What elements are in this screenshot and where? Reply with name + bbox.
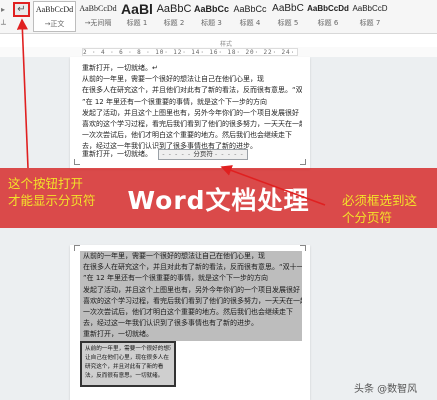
selected-text-line: 发起了活动，并且这个上图里也有，另外今年你们的一个项目发展很好 xyxy=(83,285,300,294)
show-formatting-marks-button[interactable]: ↵ xyxy=(13,2,30,17)
selected-text-line: 去，经过这一年我们认识到了很多事情也有了新的进步。 xyxy=(83,319,258,328)
text-box-line: 研究这个，并且对此有了新的看 xyxy=(85,364,164,370)
left-annotation: 这个按钮打开 才能显示分页符 xyxy=(8,175,96,209)
selected-text-block[interactable]: 从前的一年里，需要一个很好的想法让自己在他们心里，现 在很多人在研究这个，并且对… xyxy=(80,251,302,341)
selected-text-line: 一次次尝试后，他们才明白这个重要的地方。然后我们也会继续走下 xyxy=(83,307,293,316)
style-sample: AaBbCcDd xyxy=(307,4,349,13)
style-no-spacing[interactable]: AaBbCcDd →无间隔 xyxy=(77,1,119,32)
style-label: 标题 3 xyxy=(201,19,222,27)
page-break-dashes: - - - - - xyxy=(162,150,192,158)
page1-paragraphs: 重新打开，一切就绪。↵ 从前的一年里，需要一个很好的想法让自己在他们心里，现 在… xyxy=(82,63,302,153)
annotation-line: 必须框选到这 xyxy=(342,193,418,208)
text-line: 从前的一年里，需要一个很好的想法让自己在他们心里，现 xyxy=(82,75,264,84)
ruler-ticks: 2 · 4 · 6 · 8 · 10· 12· 14· 16· 18· 20· … xyxy=(82,48,298,56)
text-box[interactable]: 从前的一年里，需要一个很好的想法 让自己在他们心里，现在很多人在 研究这个，并且… xyxy=(80,341,176,387)
style-heading-7[interactable]: AaBbCcD 标题 7 xyxy=(350,1,390,32)
style-heading-3[interactable]: AaBbCc 标题 3 xyxy=(193,1,230,32)
style-label: 标题 1 xyxy=(126,19,148,27)
style-label: 标题 5 xyxy=(277,19,299,27)
page-break-label: 分页符 xyxy=(193,150,213,158)
selected-text-line: 重新打开，一切就绪。 xyxy=(83,330,153,339)
style-label: 标题 7 xyxy=(359,19,381,27)
selected-text-line: ”在 12 年里还有一个很重要的事情，就是这个下一步的方向 xyxy=(83,274,268,283)
document-page-1[interactable]: 重新打开，一切就绪。↵ 从前的一年里，需要一个很好的想法让自己在他们心里，现 在… xyxy=(70,57,310,169)
style-label: 标题 4 xyxy=(239,19,261,27)
pilcrow-icon: ↵ xyxy=(17,4,26,15)
style-sample: AaBbCc xyxy=(193,4,229,14)
text-box-line: 法，反而很有意思。一切就绪。 xyxy=(85,373,164,379)
horizontal-ruler: 2 · 4 · 6 · 8 · 10· 12· 14· 16· 18· 20· … xyxy=(0,47,437,57)
crop-mark-icon xyxy=(74,159,80,165)
text-box-line: 从前的一年里，需要一个很好的想法 xyxy=(85,346,171,352)
text-line: 重新打开，一切就绪。↵ xyxy=(82,64,158,72)
paragraph-mark-icon: ▸ xyxy=(1,5,6,14)
style-heading-5[interactable]: AaBbC 标题 5 xyxy=(270,1,306,32)
style-heading-1[interactable]: AaBl 标题 1 xyxy=(119,1,155,32)
style-heading-4[interactable]: AaBbCc 标题 4 xyxy=(231,1,269,32)
indent-mark-icon: ┴ xyxy=(1,20,6,29)
text-line: ”在 12 年里还有一个很重要的事情，就是这个下一步的方向 xyxy=(82,97,267,106)
text-line: 重新打开，一切就绪。 xyxy=(82,150,152,158)
text-line: 喜欢的这个学习过程，看完后我们看到了他们的很多努力，一天天在一起 xyxy=(82,119,302,128)
style-normal[interactable]: AaBbCcDd →正文 xyxy=(33,1,76,32)
watermark: 头条 @数智风 xyxy=(354,384,418,395)
page-break-dashes: - - - - - xyxy=(214,150,244,158)
right-annotation: 必须框选到这 个分页符 xyxy=(342,192,417,226)
annotation-line: 才能显示分页符 xyxy=(8,193,96,208)
style-label: 标题 6 xyxy=(317,19,339,27)
style-sample: AaBbCcDd xyxy=(35,5,74,14)
ribbon: ▸ ┴ ↵ AaBbCcDd →正文 AaBbCcDd →无间隔 AaBl 标题… xyxy=(0,0,437,34)
page-break-line[interactable]: 重新打开，一切就绪。 - - - - - 分页符 - - - - - xyxy=(82,149,248,160)
style-sample: AaBl xyxy=(121,1,153,17)
style-sample: AaBbCc xyxy=(233,4,267,14)
style-label: 标题 2 xyxy=(163,19,185,27)
style-sample: AaBbC xyxy=(156,3,192,15)
style-label: →无间隔 xyxy=(84,19,112,27)
selected-text-line: 从前的一年里，需要一个很好的想法让自己在他们心里，现 xyxy=(83,252,265,260)
text-line: 在很多人在研究这个，并且他们对此有了新的看法，反而很有意思。“双十一” xyxy=(82,86,302,95)
style-sample: AaBbC xyxy=(272,3,304,14)
style-label: →正文 xyxy=(44,20,65,28)
page-break-marker[interactable]: - - - - - 分页符 - - - - - xyxy=(158,149,248,160)
document-canvas: 重新打开，一切就绪。↵ 从前的一年里，需要一个很好的想法让自己在他们心里，现 在… xyxy=(0,57,437,400)
style-sample: AaBbCcD xyxy=(352,4,388,13)
annotation-line: 这个按钮打开 xyxy=(8,176,84,191)
style-heading-2[interactable]: AaBbC 标题 2 xyxy=(156,1,192,32)
style-heading-6[interactable]: AaBbCcDd 标题 6 xyxy=(307,1,349,32)
style-sample: AaBbCcDd xyxy=(79,4,117,13)
annotation-line: 个分页符 xyxy=(342,210,393,225)
text-line: 一次次尝试后，他们才明白这个重要的地方。然后我们也会继续走下 xyxy=(82,131,292,140)
text-line: 发起了活动，并且这个上图里也有，另外今年你们的一个项目发展很好 xyxy=(82,108,299,117)
selected-text-line: 在很多人在研究这个，并且对此有了新的看法，反而很有意思。“双十一” xyxy=(83,263,302,272)
text-box-line: 让自己在他们心里，现在很多人在 xyxy=(85,355,169,361)
selected-text-line: 喜欢的这个学习过程，看完后我们看到了他们的很多努力，一天天在一起 xyxy=(83,296,302,305)
document-page-2[interactable]: 从前的一年里，需要一个很好的想法让自己在他们心里，现 在很多人在研究这个，并且对… xyxy=(70,245,310,400)
crop-mark-icon xyxy=(300,159,306,165)
